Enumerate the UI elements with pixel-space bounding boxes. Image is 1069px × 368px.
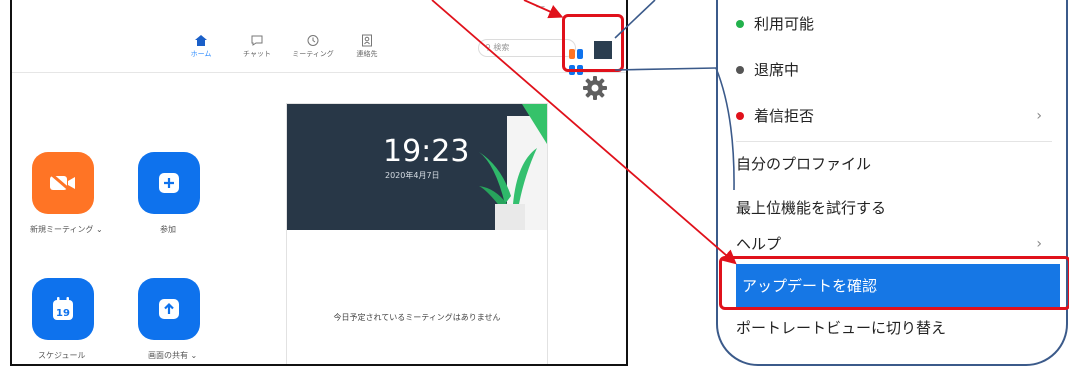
red-arrow-to-update — [431, 0, 737, 265]
red-arrow-to-avatar — [523, 0, 564, 19]
annotation-overlay — [431, 0, 737, 265]
